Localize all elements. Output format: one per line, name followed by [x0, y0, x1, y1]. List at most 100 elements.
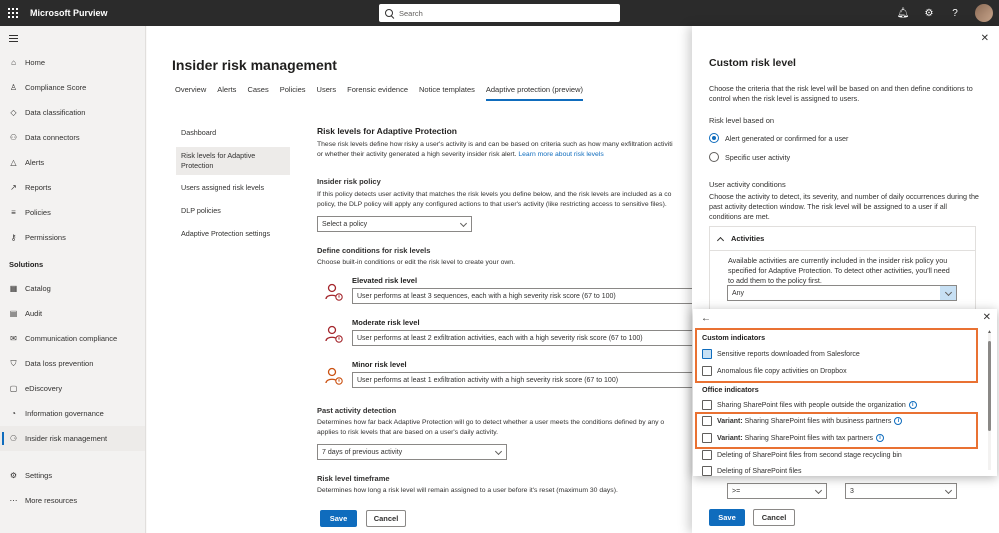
nav-item-policies[interactable]: ≡ Policies	[0, 200, 145, 225]
tab-alerts[interactable]: Alerts	[217, 85, 236, 101]
indicator-deleting-files[interactable]: Deleting of SharePoint files	[702, 466, 801, 476]
search-icon	[385, 9, 393, 17]
app-name[interactable]: Microsoft Purview	[30, 8, 108, 18]
app-launcher-icon[interactable]	[0, 0, 26, 26]
nav-item-alerts[interactable]: △ Alerts	[0, 150, 145, 175]
tab-forensic-evidence[interactable]: Forensic evidence	[347, 85, 408, 101]
nav-item-permissions[interactable]: ⚷ Permissions	[0, 225, 145, 250]
subnav-users-assigned-risk-levels[interactable]: Users assigned risk levels	[176, 179, 290, 197]
tab-bar: Overview Alerts Cases Policies Users Forensic…	[175, 85, 594, 101]
scrollbar-thumb[interactable]	[988, 341, 991, 431]
nav-item-label: Data connectors	[25, 133, 80, 142]
office-indicators-label: Office indicators	[702, 385, 759, 394]
activities-accordion: Activities Available activities are curr…	[709, 226, 976, 316]
indicator-label: Sharing SharePoint files with people out…	[717, 401, 906, 409]
policy-desc-2: policy, the DLP policy will apply any co…	[317, 201, 667, 208]
nav-item-reports[interactable]: ↗ Reports	[0, 175, 145, 200]
tab-overview[interactable]: Overview	[175, 85, 206, 101]
nav-item-settings[interactable]: ⚙ Settings	[0, 463, 145, 488]
radio-unchecked[interactable]	[709, 152, 719, 162]
past-activity-desc-1: Determines how far back Adaptive Protect…	[317, 419, 665, 426]
radio-checked[interactable]	[709, 133, 719, 143]
chevron-down-icon	[459, 219, 468, 228]
nav-item-insider-risk-management[interactable]: ⚆ Insider risk management	[0, 426, 145, 451]
save-button[interactable]: Save	[320, 510, 357, 527]
policy-select[interactable]: Select a policy	[317, 216, 472, 232]
nav-toggle[interactable]	[0, 26, 145, 50]
nav-item-label: Compliance Score	[25, 83, 87, 92]
search-input[interactable]: Search	[379, 4, 620, 22]
nav-item-label: Home	[25, 58, 46, 67]
nav-item-audit[interactable]: ▤ Audit	[0, 301, 145, 326]
panel-save-button[interactable]: Save	[709, 509, 745, 526]
subnav-dashboard[interactable]: Dashboard	[176, 124, 290, 142]
nav-item-data-loss-prevention[interactable]: ⛉ Data loss prevention	[0, 351, 145, 376]
close-icon[interactable]: ✕	[981, 33, 989, 44]
activities-accordion-header[interactable]: Activities	[710, 227, 975, 251]
info-icon[interactable]: i	[908, 401, 917, 409]
uac-desc: Choose the activity to detect, its sever…	[709, 192, 979, 221]
radio-alert-generated[interactable]: Alert generated or confirmed for a user	[709, 133, 848, 143]
indicator-deleting-recycle[interactable]: Deleting of SharePoint files from second…	[702, 450, 902, 460]
activities-label: Activities	[731, 234, 765, 243]
risk-level-select[interactable]: User performs at least 3 sequences, each…	[352, 288, 692, 304]
tab-cases[interactable]: Cases	[247, 85, 268, 101]
nav-item-data-connectors[interactable]: ⚇ Data connectors	[0, 125, 145, 150]
section-desc-1: These risk levels define how risky a use…	[317, 141, 673, 148]
permissions-icon: ⚷	[10, 233, 17, 242]
checkbox[interactable]	[702, 450, 712, 460]
subnav-risk-levels-for-adaptive-protection[interactable]: Risk levels for Adaptive Protection	[176, 147, 290, 175]
nav-item-label: Audit	[25, 309, 43, 318]
activity-select[interactable]: Any	[727, 285, 957, 301]
cancel-button[interactable]: Cancel	[366, 510, 406, 527]
timeframe-label: Risk level timeframe	[317, 474, 390, 483]
nav-section-solutions: Solutions	[9, 259, 44, 269]
data-connectors-icon: ⚇	[9, 133, 18, 142]
activity-select-value: Any	[732, 289, 745, 297]
radio-specific-activity[interactable]: Specific user activity	[709, 152, 790, 162]
nav-item-catalog[interactable]: ▦ Catalog	[0, 276, 145, 301]
past-activity-select[interactable]: 7 days of previous activity	[317, 444, 507, 460]
risk-level-select[interactable]: User performs at least 1 exfiltration ac…	[352, 372, 692, 388]
checkbox[interactable]	[702, 400, 712, 410]
risk-level-select[interactable]: User performs at least 2 exfiltration ac…	[352, 330, 692, 346]
chevron-down-icon	[944, 486, 953, 495]
nav-item-label: Catalog	[25, 284, 51, 293]
bell-icon[interactable]: 🔔︎	[897, 7, 910, 19]
nav-item-compliance-score[interactable]: ♙ Compliance Score	[0, 75, 145, 100]
avatar[interactable]	[975, 4, 993, 22]
gear-icon[interactable]: ⚙	[923, 7, 935, 19]
tab-notice-templates[interactable]: Notice templates	[419, 85, 475, 101]
nav-item-label: Alerts	[25, 158, 45, 167]
count-select[interactable]: 3	[845, 483, 957, 499]
nav-item-more-resources[interactable]: ⋯ More resources	[0, 488, 145, 513]
help-icon[interactable]: ?	[949, 7, 961, 19]
operator-select[interactable]: >=	[727, 483, 827, 499]
insider-risk-management-icon: ⚆	[9, 434, 18, 443]
nav-item-home[interactable]: ⌂ Home	[0, 50, 145, 75]
highlight-box-variants	[695, 412, 978, 449]
risk-level-name: Elevated risk level	[352, 276, 418, 285]
nav-item-information-governance[interactable]: ◔ Information governance	[0, 401, 145, 426]
subnav-adaptive-protection-settings[interactable]: Adaptive Protection settings	[176, 225, 290, 243]
learn-more-link[interactable]: Learn more about risk levels	[518, 151, 603, 158]
scrollbar[interactable]	[988, 333, 991, 470]
panel-cancel-button[interactable]: Cancel	[753, 509, 795, 526]
policies-icon: ≡	[11, 208, 16, 217]
nav-item-label: More resources	[25, 496, 78, 505]
nav-item-ediscovery[interactable]: ▢ eDiscovery	[0, 376, 145, 401]
subnav-dlp-policies[interactable]: DLP policies	[176, 202, 290, 220]
risk-level-row: Minor risk level User performs at least 1…	[317, 360, 692, 402]
indicator-sharing-external[interactable]: Sharing SharePoint files with people out…	[702, 400, 917, 410]
tab-users[interactable]: Users	[317, 85, 337, 101]
checkbox[interactable]	[702, 466, 712, 476]
risk-level-value: User performs at least 2 exfiltration ac…	[357, 334, 643, 342]
nav-item-data-classification[interactable]: ◇ Data classification	[0, 100, 145, 125]
close-icon[interactable]: ✕	[983, 312, 991, 323]
nav-item-communication-compliance[interactable]: ✉ Communication compliance	[0, 326, 145, 351]
radio-alert-label: Alert generated or confirmed for a user	[725, 133, 849, 143]
tab-policies[interactable]: Policies	[280, 85, 306, 101]
back-arrow-icon[interactable]: ←	[701, 313, 711, 324]
timeframe-desc: Determines how long a risk level will re…	[317, 487, 618, 494]
tab-adaptive-protection-preview[interactable]: Adaptive protection (preview)	[485, 85, 584, 101]
